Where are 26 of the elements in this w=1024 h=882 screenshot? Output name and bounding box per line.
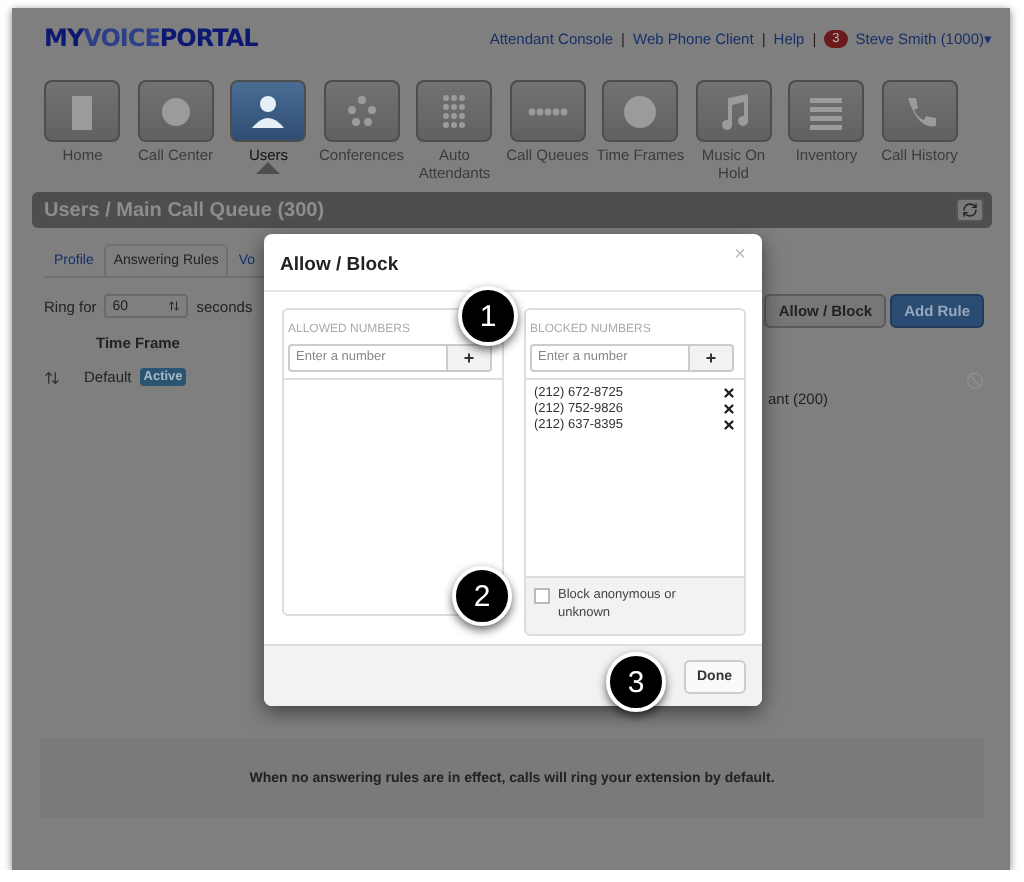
sort-handle-icon[interactable] [44,369,60,385]
nav-tile[interactable] [137,80,214,142]
refresh-button[interactable] [956,198,984,222]
breadcrumb: Users / Main Call Queue (300) [44,199,325,221]
remove-icon[interactable] [722,417,736,432]
logo: MYVOICEPORTAL [44,24,258,52]
add-button[interactable]: + [448,343,492,372]
refresh-icon [962,202,978,218]
nav-tile[interactable] [323,80,400,142]
dialog-title: Allow / Block [280,254,399,276]
dots-icon [527,107,568,115]
nav-tile[interactable] [881,80,958,142]
remove-icon[interactable] [722,401,736,416]
nav-tile[interactable] [416,80,493,142]
pointer-icon [256,162,281,174]
nav-tile[interactable] [44,80,121,142]
nav-tile[interactable] [788,80,865,142]
remove-icon[interactable] [722,385,736,400]
add-button[interactable]: + [690,343,734,372]
nav-tile[interactable] [695,80,772,142]
nav-tile[interactable] [602,80,679,142]
spinner-icon [168,300,181,312]
nav-tile[interactable] [230,80,307,142]
checkbox[interactable] [534,587,550,604]
nav-tile[interactable] [509,80,586,142]
close-button[interactable]: × [734,246,746,266]
